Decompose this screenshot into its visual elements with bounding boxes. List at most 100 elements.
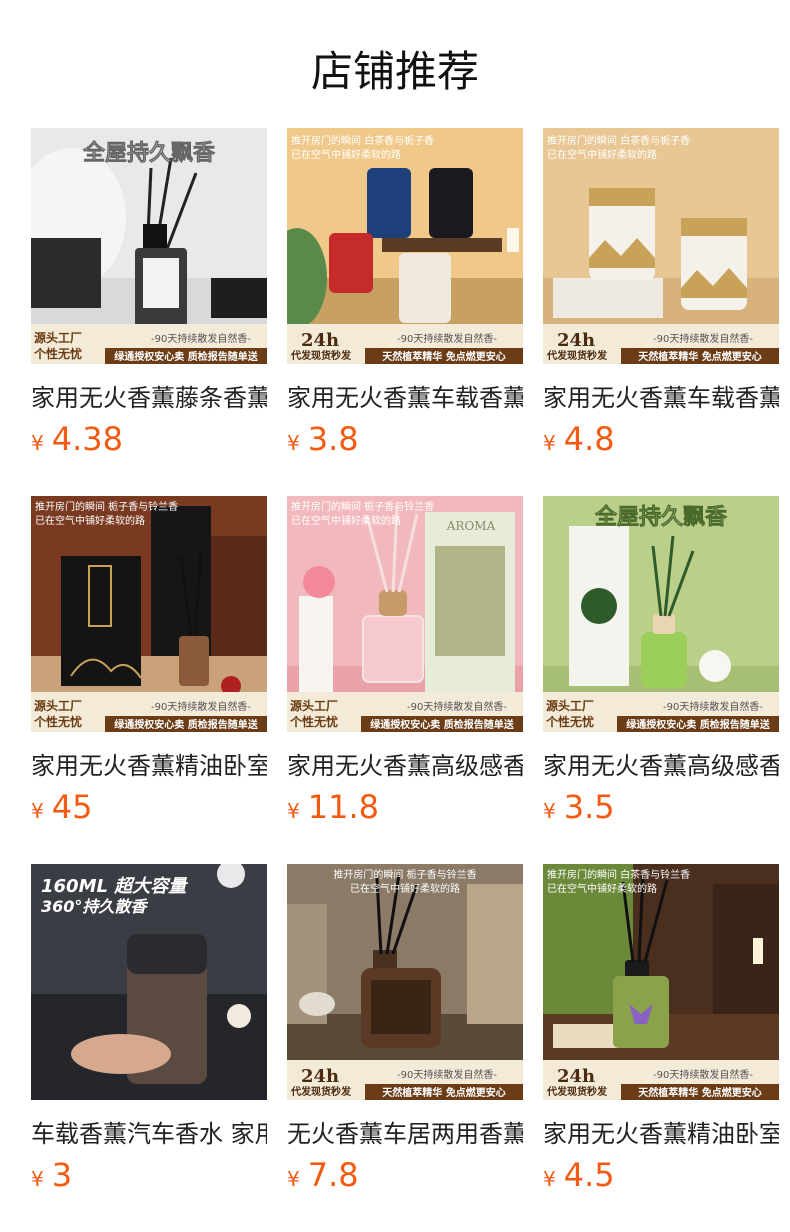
svg-text:24h: 24h [557, 330, 595, 351]
product-image[interactable]: 全屋持久飘香 源头工厂 个性无忧 -90天持续散发自然香- 绿通授权安心卖 质检… [543, 496, 779, 732]
svg-text:已在空气中铺好柔软的路: 已在空气中铺好柔软的路 [350, 882, 460, 895]
svg-text:代发现货秒发: 代发现货秒发 [290, 349, 352, 362]
price-value: 4.8 [563, 420, 615, 458]
product-price: ¥3 [31, 1156, 72, 1194]
product-image[interactable]: 推开房门的瞬间 白茶香与栀子香 已在空气中铺好柔软的路 24h 代发现货秒发 -… [543, 128, 779, 364]
svg-text:个性无忧: 个性无忧 [289, 714, 338, 729]
price-value: 7.8 [307, 1156, 359, 1194]
banner-text: 全屋持久飘香 [82, 140, 215, 166]
currency-symbol: ¥ [31, 1167, 44, 1191]
svg-text:天然植萃精华 免点燃更安心: 天然植萃精华 免点燃更安心 [638, 350, 761, 363]
product-name[interactable]: 家用无火香薫车载香薫 [287, 378, 523, 413]
product-price: ¥3.8 [287, 420, 359, 458]
product-price: ¥11.8 [287, 788, 379, 826]
product-price: ¥3.5 [543, 788, 615, 826]
product-image[interactable]: 全屋持久飘香 源头工厂 个性无忧 -90天持续散发自然香- 绿通授权安心卖 质检… [31, 128, 267, 364]
banner-text: 推开房门的瞬间 白茶香与铃兰香 [547, 868, 690, 881]
product-price: ¥7.8 [287, 1156, 359, 1194]
svg-text:已在空气中铺好柔软的路: 已在空气中铺好柔软的路 [291, 148, 401, 161]
svg-text:源头工厂: 源头工厂 [34, 698, 82, 713]
svg-text:已在空气中铺好柔软的路: 已在空气中铺好柔软的路 [35, 514, 145, 527]
price-value: 4.38 [51, 420, 123, 458]
svg-text:代发现货秒发: 代发现货秒发 [290, 1085, 352, 1098]
banner-text: 推开房门的瞬间 栀子香与铃兰香 [35, 500, 178, 513]
svg-text:已在空气中铺好柔软的路: 已在空气中铺好柔软的路 [291, 514, 401, 527]
currency-symbol: ¥ [287, 1167, 300, 1191]
banner-text: 160ML 超大容量 [41, 876, 188, 897]
product-image[interactable]: 推开房门的瞬间 白茶香与铃兰香 已在空气中铺好柔软的路 24h 代发现货秒发 -… [543, 864, 779, 1100]
product-price: ¥45 [31, 788, 92, 826]
currency-symbol: ¥ [31, 799, 44, 823]
currency-symbol: ¥ [543, 1167, 556, 1191]
svg-text:-90天持续散发自然香-: -90天持续散发自然香- [151, 700, 251, 713]
svg-text:个性无忧: 个性无忧 [33, 714, 82, 729]
svg-text:源头工厂: 源头工厂 [290, 698, 338, 713]
banner-text: 推开房门的瞬间 白茶香与栀子香 [547, 134, 690, 147]
product-name[interactable]: 家用无火香薫车载香薫 [543, 378, 779, 413]
svg-text:天然植萃精华 免点燃更安心: 天然植萃精华 免点燃更安心 [382, 350, 505, 363]
price-value: 3.5 [563, 788, 615, 826]
svg-text:源头工厂: 源头工厂 [546, 698, 594, 713]
svg-text:源头工厂: 源头工厂 [34, 330, 82, 345]
product-card[interactable]: 160ML 超大容量 360°持久散香 车载香薫汽车香水 家用 ¥3 [31, 864, 269, 1204]
product-name[interactable]: 家用无火香薫高级感香 [287, 746, 523, 781]
banner-text: 全屋持久飘香 [594, 504, 727, 530]
svg-text:天然植萃精华 免点燃更安心: 天然植萃精华 免点燃更安心 [638, 1086, 761, 1099]
banner-text: 推开房门的瞬间 白茶香与栀子香 [291, 134, 434, 147]
currency-symbol: ¥ [543, 799, 556, 823]
product-card[interactable]: AROMA 推开房门的瞬间 栀子香与铃兰香 已在空气中铺好柔软的路 源头工厂 个… [287, 496, 525, 836]
svg-text:代发现货秒发: 代发现货秒发 [546, 349, 608, 362]
price-value: 11.8 [307, 788, 379, 826]
svg-text:-90天持续散发自然香-: -90天持续散发自然香- [397, 1068, 497, 1081]
page-title: 店铺推荐 [310, 47, 479, 96]
price-value: 3.8 [307, 420, 359, 458]
currency-symbol: ¥ [543, 431, 556, 455]
svg-text:24h: 24h [301, 1066, 339, 1087]
brand-text: AROMA [446, 519, 496, 533]
svg-text:绿通授权安心卖 质检报告随单送: 绿通授权安心卖 质检报告随单送 [626, 718, 770, 731]
product-image[interactable]: 推开房门的瞬间 栀子香与铃兰香 已在空气中铺好柔软的路 24h 代发现货秒发 -… [287, 864, 523, 1100]
svg-text:-90天持续散发自然香-: -90天持续散发自然香- [653, 1068, 753, 1081]
svg-text:-90天持续散发自然香-: -90天持续散发自然香- [653, 332, 753, 345]
product-price: ¥4.8 [543, 420, 615, 458]
svg-text:个性无忧: 个性无忧 [33, 346, 82, 361]
product-name[interactable]: 家用无火香薫精油卧室 [543, 1114, 779, 1149]
product-image[interactable]: 推开房门的瞬间 白茶香与栀子香 已在空气中铺好柔软的路 24h 代发现货秒发 -… [287, 128, 523, 364]
product-card[interactable]: 推开房门的瞬间 栀子香与铃兰香 已在空气中铺好柔软的路 24h 代发现货秒发 -… [287, 864, 525, 1204]
svg-text:-90天持续散发自然香-: -90天持续散发自然香- [663, 700, 763, 713]
svg-text:24h: 24h [557, 1066, 595, 1087]
svg-text:个性无忧: 个性无忧 [545, 714, 594, 729]
svg-text:已在空气中铺好柔软的路: 已在空气中铺好柔软的路 [547, 148, 657, 161]
currency-symbol: ¥ [287, 431, 300, 455]
product-card[interactable]: 推开房门的瞬间 栀子香与铃兰香 已在空气中铺好柔软的路 源头工厂 个性无忧 -9… [31, 496, 269, 836]
product-name[interactable]: 家用无火香薫高级感香 [543, 746, 779, 781]
product-image[interactable]: 推开房门的瞬间 栀子香与铃兰香 已在空气中铺好柔软的路 源头工厂 个性无忧 -9… [31, 496, 267, 732]
svg-text:绿通授权安心卖 质检报告随单送: 绿通授权安心卖 质检报告随单送 [370, 718, 514, 731]
banner-text: 推开房门的瞬间 栀子香与铃兰香 [333, 868, 476, 881]
price-value: 3 [51, 1156, 73, 1194]
svg-text:-90天持续散发自然香-: -90天持续散发自然香- [407, 700, 507, 713]
banner-text: 推开房门的瞬间 栀子香与铃兰香 [291, 500, 434, 513]
product-card[interactable]: 全屋持久飘香 源头工厂 个性无忧 -90天持续散发自然香- 绿通授权安心卖 质检… [31, 128, 269, 468]
svg-text:绿通授权安心卖 质检报告随单送: 绿通授权安心卖 质检报告随单送 [114, 718, 258, 731]
svg-text:24h: 24h [301, 330, 339, 351]
product-image[interactable]: AROMA 推开房门的瞬间 栀子香与铃兰香 已在空气中铺好柔软的路 源头工厂 个… [287, 496, 523, 732]
svg-text:天然植萃精华 免点燃更安心: 天然植萃精华 免点燃更安心 [382, 1086, 505, 1099]
product-image[interactable]: 160ML 超大容量 360°持久散香 [31, 864, 267, 1100]
svg-text:绿通授权安心卖 质检报告随单送: 绿通授权安心卖 质检报告随单送 [114, 350, 258, 363]
svg-text:代发现货秒发: 代发现货秒发 [546, 1085, 608, 1098]
svg-text:-90天持续散发自然香-: -90天持续散发自然香- [397, 332, 497, 345]
svg-text:360°持久散香: 360°持久散香 [41, 897, 148, 916]
product-card[interactable]: 推开房门的瞬间 白茶香与栀子香 已在空气中铺好柔软的路 24h 代发现货秒发 -… [287, 128, 525, 468]
product-card[interactable]: 推开房门的瞬间 白茶香与铃兰香 已在空气中铺好柔软的路 24h 代发现货秒发 -… [543, 864, 781, 1204]
product-price: ¥4.5 [543, 1156, 615, 1194]
product-name[interactable]: 家用无火香薫精油卧室 [31, 746, 267, 781]
currency-symbol: ¥ [31, 431, 44, 455]
product-name[interactable]: 车载香薫汽车香水 家用 [31, 1114, 267, 1149]
product-card[interactable]: 全屋持久飘香 源头工厂 个性无忧 -90天持续散发自然香- 绿通授权安心卖 质检… [543, 496, 781, 836]
product-name[interactable]: 无火香薫车居两用香薫 [287, 1114, 523, 1149]
price-value: 45 [51, 788, 93, 826]
product-name[interactable]: 家用无火香薫藤条香薫 [31, 378, 267, 413]
product-price: ¥4.38 [31, 420, 123, 458]
product-card[interactable]: 推开房门的瞬间 白茶香与栀子香 已在空气中铺好柔软的路 24h 代发现货秒发 -… [543, 128, 781, 468]
